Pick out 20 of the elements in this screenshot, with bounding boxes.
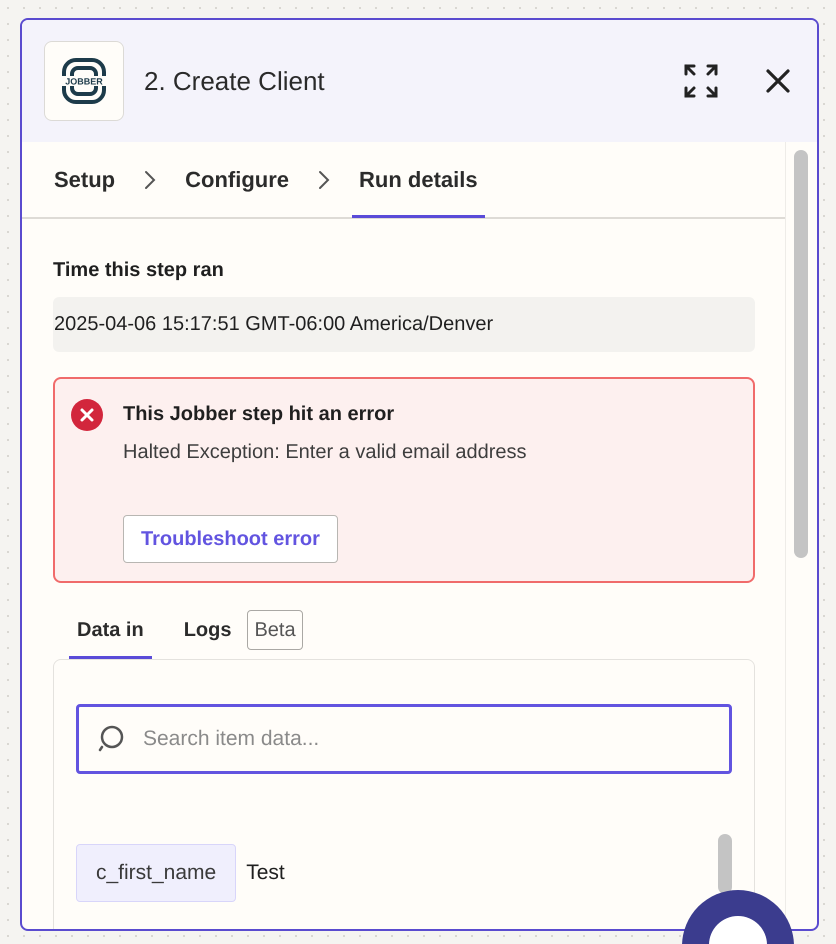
beta-tag: Beta	[247, 610, 303, 650]
chevron-icon	[318, 170, 330, 190]
troubleshoot-button[interactable]: Troubleshoot error	[123, 515, 338, 563]
step-tab[interactable]: Configure	[178, 141, 296, 218]
scrollbar-thumb[interactable]	[718, 834, 732, 894]
field-value: Test	[246, 860, 285, 886]
panel-title: 2. Create Client	[144, 64, 326, 98]
error-icon	[71, 399, 103, 431]
section-label: Time this step ran	[53, 258, 225, 283]
time-value: 2025-04-06 15:17:51 GMT-06:00 America/Denver	[53, 297, 755, 352]
field-key: c_first_name	[76, 844, 236, 902]
error-message: Halted Exception: Enter a valid email address	[123, 440, 527, 465]
error-title: This Jobber step hit an error	[123, 402, 396, 427]
step-tab[interactable]: Run details	[352, 141, 485, 218]
search-field[interactable]: Search item data...	[76, 704, 732, 774]
chevron-icon	[144, 170, 156, 190]
scrollbar-thumb[interactable]	[794, 150, 808, 558]
step-tab[interactable]: Setup	[47, 141, 122, 218]
data-tab[interactable]: Data in	[69, 601, 152, 659]
data-tab[interactable]: Logs	[176, 601, 240, 659]
